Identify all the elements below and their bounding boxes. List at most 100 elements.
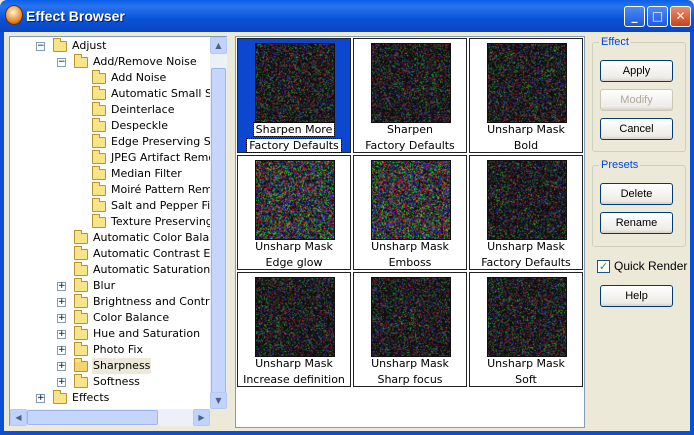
preset-cell[interactable]: Unsharp Mask Edge glow <box>237 155 351 270</box>
preset-effect-name: Unsharp Mask <box>255 240 333 253</box>
preset-cell[interactable]: Sharpen More Factory Defaults <box>237 38 351 153</box>
preset-cell[interactable]: Unsharp Mask Bold <box>469 38 583 153</box>
cancel-button[interactable]: Cancel <box>600 118 673 140</box>
preset-caption: Unsharp Mask <box>238 240 350 253</box>
tree-node-label: Add/Remove Noise <box>93 55 197 68</box>
scroll-hthumb[interactable] <box>27 410 158 425</box>
tree-node[interactable]: Deinterlace <box>10 102 210 118</box>
modify-button[interactable]: Modify <box>600 89 673 111</box>
tree-node[interactable]: Moiré Pattern Remov <box>10 182 210 198</box>
quick-render-label[interactable]: Quick Render <box>614 259 687 273</box>
tree-node[interactable]: − Add/Remove Noise <box>10 54 210 70</box>
tree-node[interactable]: + Color Balance <box>10 310 210 326</box>
folder-icon <box>92 166 106 180</box>
expand-icon[interactable]: + <box>57 378 66 387</box>
tree-node[interactable]: − Adjust <box>10 38 210 54</box>
tree-node-label: Deinterlace <box>111 103 175 116</box>
tree-node-label: Brightness and Contrast <box>93 295 210 308</box>
preset-thumbnail <box>371 43 451 123</box>
tree-node[interactable]: + Effects <box>10 390 210 406</box>
tree-node[interactable]: + Blur <box>10 278 210 294</box>
quick-render-checkbox[interactable]: ✓ <box>597 260 610 273</box>
effect-category-tree[interactable]: − Adjust − Add/Remove Noise Add Noise Automat… <box>9 36 227 426</box>
folder-icon <box>92 102 106 116</box>
scroll-down-button[interactable]: ▼ <box>210 392 227 409</box>
apply-button[interactable]: Apply <box>600 60 673 82</box>
rename-button[interactable]: Rename <box>600 212 673 234</box>
preset-cell[interactable]: Unsharp Mask Factory Defaults <box>469 155 583 270</box>
tree-node[interactable]: JPEG Artifact Remov <box>10 150 210 166</box>
folder-icon <box>74 230 88 244</box>
help-button[interactable]: Help <box>600 285 673 307</box>
expand-icon[interactable]: + <box>57 346 66 355</box>
tree-node[interactable]: + Photo Fix <box>10 342 210 358</box>
tree-node[interactable]: Automatic Saturation Enh <box>10 262 210 278</box>
preset-caption: Unsharp Mask <box>470 240 582 253</box>
expand-icon[interactable]: + <box>57 282 66 291</box>
scroll-up-button[interactable]: ▲ <box>210 37 227 54</box>
tree-node-label: JPEG Artifact Remov <box>111 151 210 164</box>
tree-node-label: Blur <box>93 279 116 292</box>
tree-node[interactable]: Median Filter <box>10 166 210 182</box>
preset-thumbnail <box>371 160 451 240</box>
expand-icon[interactable]: + <box>36 394 45 403</box>
title-bar[interactable]: Effect Browser _ □ ✕ <box>0 0 694 32</box>
preset-cell[interactable]: Unsharp Mask Increase definition <box>237 272 351 387</box>
tree-node-label: Texture Preserving S <box>111 215 210 228</box>
folder-open-icon <box>74 358 88 372</box>
maximize-button[interactable]: □ <box>647 6 668 27</box>
tree-node-label: Moiré Pattern Remov <box>111 183 210 196</box>
tree-node[interactable]: Salt and Pepper Filte <box>10 198 210 214</box>
scroll-thumb[interactable] <box>211 68 226 395</box>
window-frame-bottom <box>0 431 694 435</box>
tree-vertical-scrollbar[interactable]: ▲ ▼ <box>210 37 227 409</box>
preset-caption: Factory Defaults <box>470 256 582 269</box>
scroll-right-button[interactable]: ▶ <box>193 409 210 426</box>
tree-node[interactable]: Texture Preserving S <box>10 214 210 230</box>
tree-node-label: Despeckle <box>111 119 168 132</box>
tree-node[interactable]: + Sharpness <box>10 358 210 374</box>
tree-node[interactable]: + Softness <box>10 374 210 390</box>
folder-icon <box>92 198 106 212</box>
tree-node-label: Median Filter <box>111 167 182 180</box>
close-button[interactable]: ✕ <box>670 6 691 27</box>
preset-cell[interactable]: Unsharp Mask Sharp focus <box>353 272 467 387</box>
delete-button[interactable]: Delete <box>600 183 673 205</box>
tree-node[interactable]: + Brightness and Contrast <box>10 294 210 310</box>
preset-name: Factory Defaults <box>246 138 342 153</box>
preset-caption: Bold <box>470 139 582 152</box>
preset-caption: Emboss <box>354 256 466 269</box>
scroll-left-button[interactable]: ◀ <box>10 409 27 426</box>
tree-node-label: Softness <box>93 375 140 388</box>
preset-effect-name: Unsharp Mask <box>487 357 565 370</box>
preset-caption: Unsharp Mask <box>354 240 466 253</box>
expand-icon[interactable]: + <box>57 314 66 323</box>
app-icon[interactable] <box>5 5 23 25</box>
tree-node[interactable]: Despeckle <box>10 118 210 134</box>
preset-cell[interactable]: Unsharp Mask Emboss <box>353 155 467 270</box>
preset-name: Increase definition <box>243 373 345 386</box>
preset-cell[interactable]: Unsharp Mask Soft <box>469 272 583 387</box>
preset-gallery[interactable]: Sharpen More Factory Defaults Sharpen Facto… <box>235 36 585 428</box>
preset-name: Sharp focus <box>377 373 443 386</box>
tree-node-label: Automatic Contrast Enha <box>93 247 210 260</box>
tree-node[interactable]: Automatic Contrast Enha <box>10 246 210 262</box>
expand-icon[interactable]: + <box>57 298 66 307</box>
expand-icon[interactable]: + <box>57 330 66 339</box>
expand-icon[interactable]: + <box>57 362 66 371</box>
preset-caption: Sharpen <box>354 123 466 136</box>
tree-node[interactable]: Automatic Color Balance <box>10 230 210 246</box>
tree-node[interactable]: Edge Preserving Sm <box>10 134 210 150</box>
preset-name: Factory Defaults <box>365 139 455 152</box>
tree-node[interactable]: Add Noise <box>10 70 210 86</box>
collapse-icon[interactable]: − <box>57 58 66 67</box>
folder-icon <box>92 118 106 132</box>
preset-caption: Soft <box>470 373 582 386</box>
collapse-icon[interactable]: − <box>36 42 45 51</box>
tree-node-label: Hue and Saturation <box>93 327 201 340</box>
tree-node[interactable]: + Hue and Saturation <box>10 326 210 342</box>
tree-node[interactable]: Automatic Small Scra <box>10 86 210 102</box>
preset-cell[interactable]: Sharpen Factory Defaults <box>353 38 467 153</box>
minimize-button[interactable]: _ <box>624 6 645 27</box>
tree-horizontal-scrollbar[interactable]: ◀ ▶ <box>10 409 210 426</box>
